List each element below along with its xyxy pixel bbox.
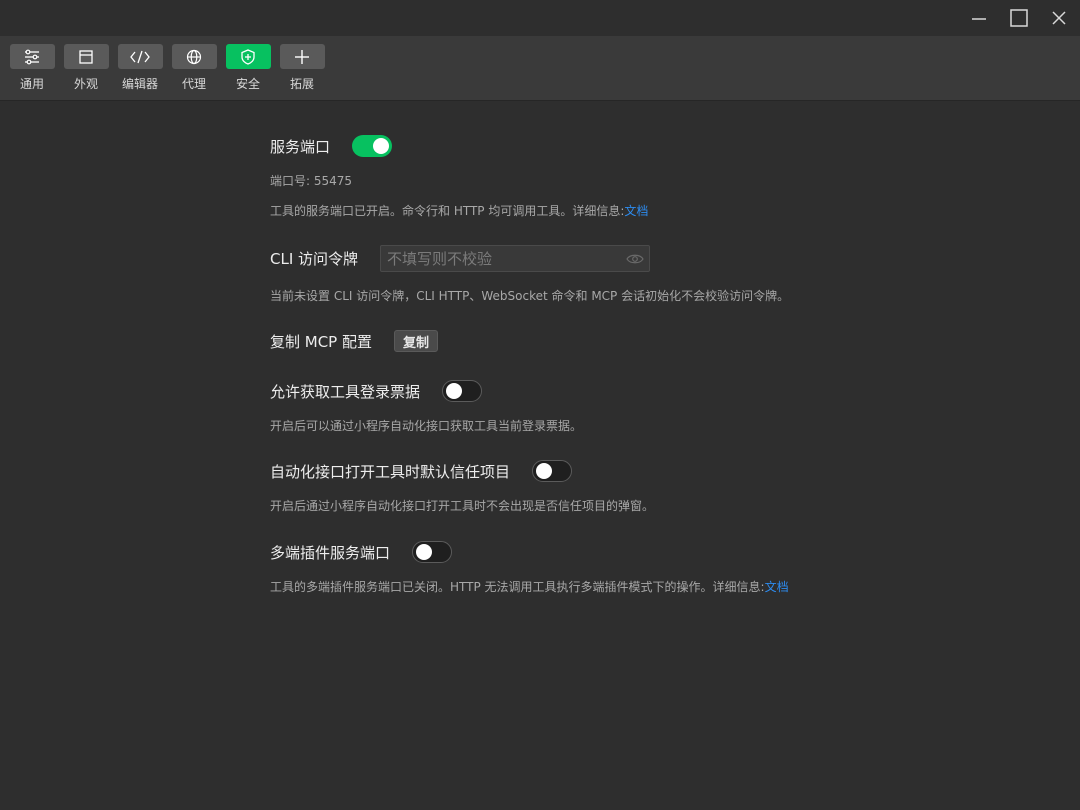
toggle-knob: [446, 383, 463, 399]
plus-icon: [279, 44, 325, 69]
tab-extensions[interactable]: 拓展: [279, 44, 325, 92]
toggle-knob: [373, 138, 390, 154]
cli-token-input[interactable]: [380, 245, 651, 272]
sliders-icon: [9, 44, 55, 69]
tab-proxy[interactable]: 代理: [171, 44, 217, 92]
tab-label: 拓展: [289, 77, 314, 91]
login-ticket-row: 允许获取工具登录票据: [270, 380, 483, 402]
tab-general[interactable]: 通用: [9, 44, 55, 92]
login-ticket-toggle[interactable]: [442, 380, 483, 402]
toggle-knob: [536, 463, 553, 479]
minimize-icon[interactable]: [967, 8, 991, 28]
service-port-description: 工具的服务端口已开启。命令行和 HTTP 均可调用工具。详细信息:文档: [270, 202, 648, 219]
multi-port-row: 多端插件服务端口: [270, 541, 453, 563]
cli-token-field: [380, 245, 651, 272]
cli-token-row: CLI 访问令牌: [270, 245, 651, 272]
trust-project-row: 自动化接口打开工具时默认信任项目: [270, 460, 573, 482]
tab-appearance[interactable]: 外观: [63, 44, 109, 92]
service-port-toggle[interactable]: [352, 135, 393, 157]
globe-icon: [171, 44, 217, 69]
service-port-title: 服务端口: [270, 137, 331, 156]
cli-token-description: 当前未设置 CLI 访问令牌，CLI HTTP、WebSocket 命令和 MC…: [270, 289, 790, 303]
trust-project-title: 自动化接口打开工具时默认信任项目: [270, 462, 511, 481]
maximize-icon[interactable]: [1007, 8, 1031, 28]
multi-port-desc-text: 工具的多端插件服务端口已关闭。HTTP 无法调用工具执行多端插件模式下的操作。详…: [270, 580, 765, 594]
tab-label: 代理: [181, 77, 206, 91]
multi-port-docs-link[interactable]: 文档: [765, 580, 789, 594]
login-ticket-title: 允许获取工具登录票据: [270, 382, 421, 401]
multi-port-toggle[interactable]: [412, 541, 453, 563]
port-number-label: 端口号: 55475: [270, 174, 353, 188]
shield-icon: [225, 44, 271, 69]
tab-label: 通用: [19, 77, 44, 91]
trust-project-toggle[interactable]: [532, 460, 573, 482]
login-ticket-description: 开启后可以通过小程序自动化接口获取工具当前登录票据。: [270, 419, 583, 433]
service-port-docs-link[interactable]: 文档: [624, 204, 648, 218]
title-bar: [0, 0, 1080, 36]
service-port-row: 服务端口: [270, 135, 393, 157]
settings-toolbar: 通用 外观 编辑器 代理 安全 拓展: [0, 36, 1080, 101]
service-port-desc-text: 工具的服务端口已开启。命令行和 HTTP 均可调用工具。详细信息:: [270, 204, 625, 218]
copy-mcp-button[interactable]: 复制: [394, 330, 439, 352]
multi-port-description: 工具的多端插件服务端口已关闭。HTTP 无法调用工具执行多端插件模式下的操作。详…: [270, 578, 789, 595]
multi-port-title: 多端插件服务端口: [270, 543, 391, 562]
tab-label: 外观: [73, 77, 98, 91]
trust-project-description: 开启后通过小程序自动化接口打开工具时不会出现是否信任项目的弹窗。: [270, 499, 655, 513]
tab-label: 安全: [235, 77, 260, 91]
cli-token-title: CLI 访问令牌: [270, 250, 359, 268]
toggle-knob: [416, 544, 433, 560]
tab-editor[interactable]: 编辑器: [117, 44, 163, 92]
mcp-config-title: 复制 MCP 配置: [270, 332, 372, 351]
code-icon: [117, 44, 163, 69]
mcp-config-row: 复制 MCP 配置 复制: [270, 330, 439, 352]
eye-icon[interactable]: [626, 251, 644, 265]
close-icon[interactable]: [1047, 8, 1071, 28]
tab-security[interactable]: 安全: [225, 44, 271, 92]
tab-label: 编辑器: [121, 77, 158, 91]
window-icon: [63, 44, 109, 69]
